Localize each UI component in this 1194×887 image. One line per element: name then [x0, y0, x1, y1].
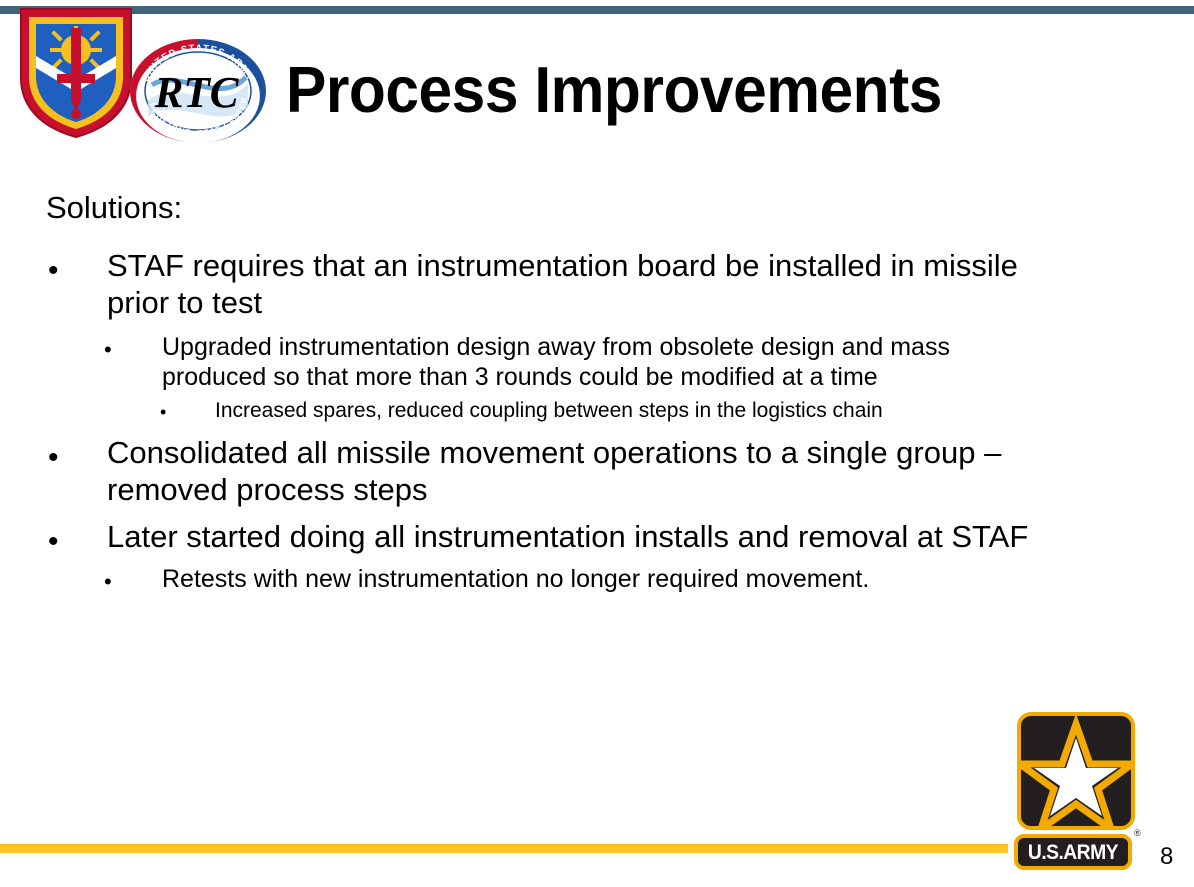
bullet-marker-icon: • — [160, 401, 167, 422]
bottom-accent-bar — [0, 844, 1008, 853]
bullet-text: Increased spares, reduced coupling betwe… — [215, 398, 883, 422]
army-test-evaluation-shield-emblem-icon — [17, 4, 135, 140]
bullet-item: • Upgraded instrumentation design away f… — [0, 332, 1194, 392]
bullet-item: • Later started doing all instrumentatio… — [0, 518, 1194, 558]
redstone-test-center-roundel-icon: UNITED STATES ARMY REDSTONE TEST CENTER … — [128, 37, 268, 146]
bullet-marker-icon: • — [48, 524, 59, 558]
bullet-item: • STAF requires that an instrumentation … — [0, 248, 1194, 322]
us-army-logo: U.S.ARMY ® — [1009, 712, 1143, 872]
registered-trademark-icon: ® — [1134, 828, 1141, 838]
us-army-star-badge — [1009, 712, 1143, 839]
bullet-list: • STAF requires that an instrumentation … — [0, 248, 1194, 594]
bullet-marker-icon: • — [104, 336, 112, 362]
page-number: 8 — [1160, 843, 1174, 870]
bullet-marker-icon: • — [48, 254, 59, 287]
bullet-text: Later started doing all instrumentation … — [107, 518, 1029, 554]
page-title: Process Improvements — [286, 53, 942, 126]
bullet-marker-icon: • — [48, 440, 59, 474]
bullet-text: Retests with new instrumentation no long… — [162, 564, 870, 593]
bullet-text: Upgraded instrumentation design away fro… — [162, 332, 950, 391]
bullet-marker-icon: • — [104, 568, 112, 594]
bullet-text: Consolidated all missile movement operat… — [107, 434, 1002, 507]
bullet-text: STAF requires that an instrumentation bo… — [107, 248, 1018, 320]
slide-header: UNITED STATES ARMY REDSTONE TEST CENTER … — [0, 0, 1194, 155]
bullet-item: • Consolidated all missile movement oper… — [0, 435, 1194, 509]
solutions-label: Solutions: — [46, 190, 183, 225]
svg-text:RTC: RTC — [154, 69, 240, 117]
bullet-item: • Increased spares, reduced coupling bet… — [0, 398, 1194, 423]
slide-canvas: UNITED STATES ARMY REDSTONE TEST CENTER … — [0, 0, 1194, 887]
us-army-wordmark-text: U.S.ARMY — [1027, 840, 1119, 864]
us-army-wordmark-badge: U.S.ARMY — [1014, 834, 1132, 870]
bullet-item: • Retests with new instrumentation no lo… — [0, 564, 1194, 594]
